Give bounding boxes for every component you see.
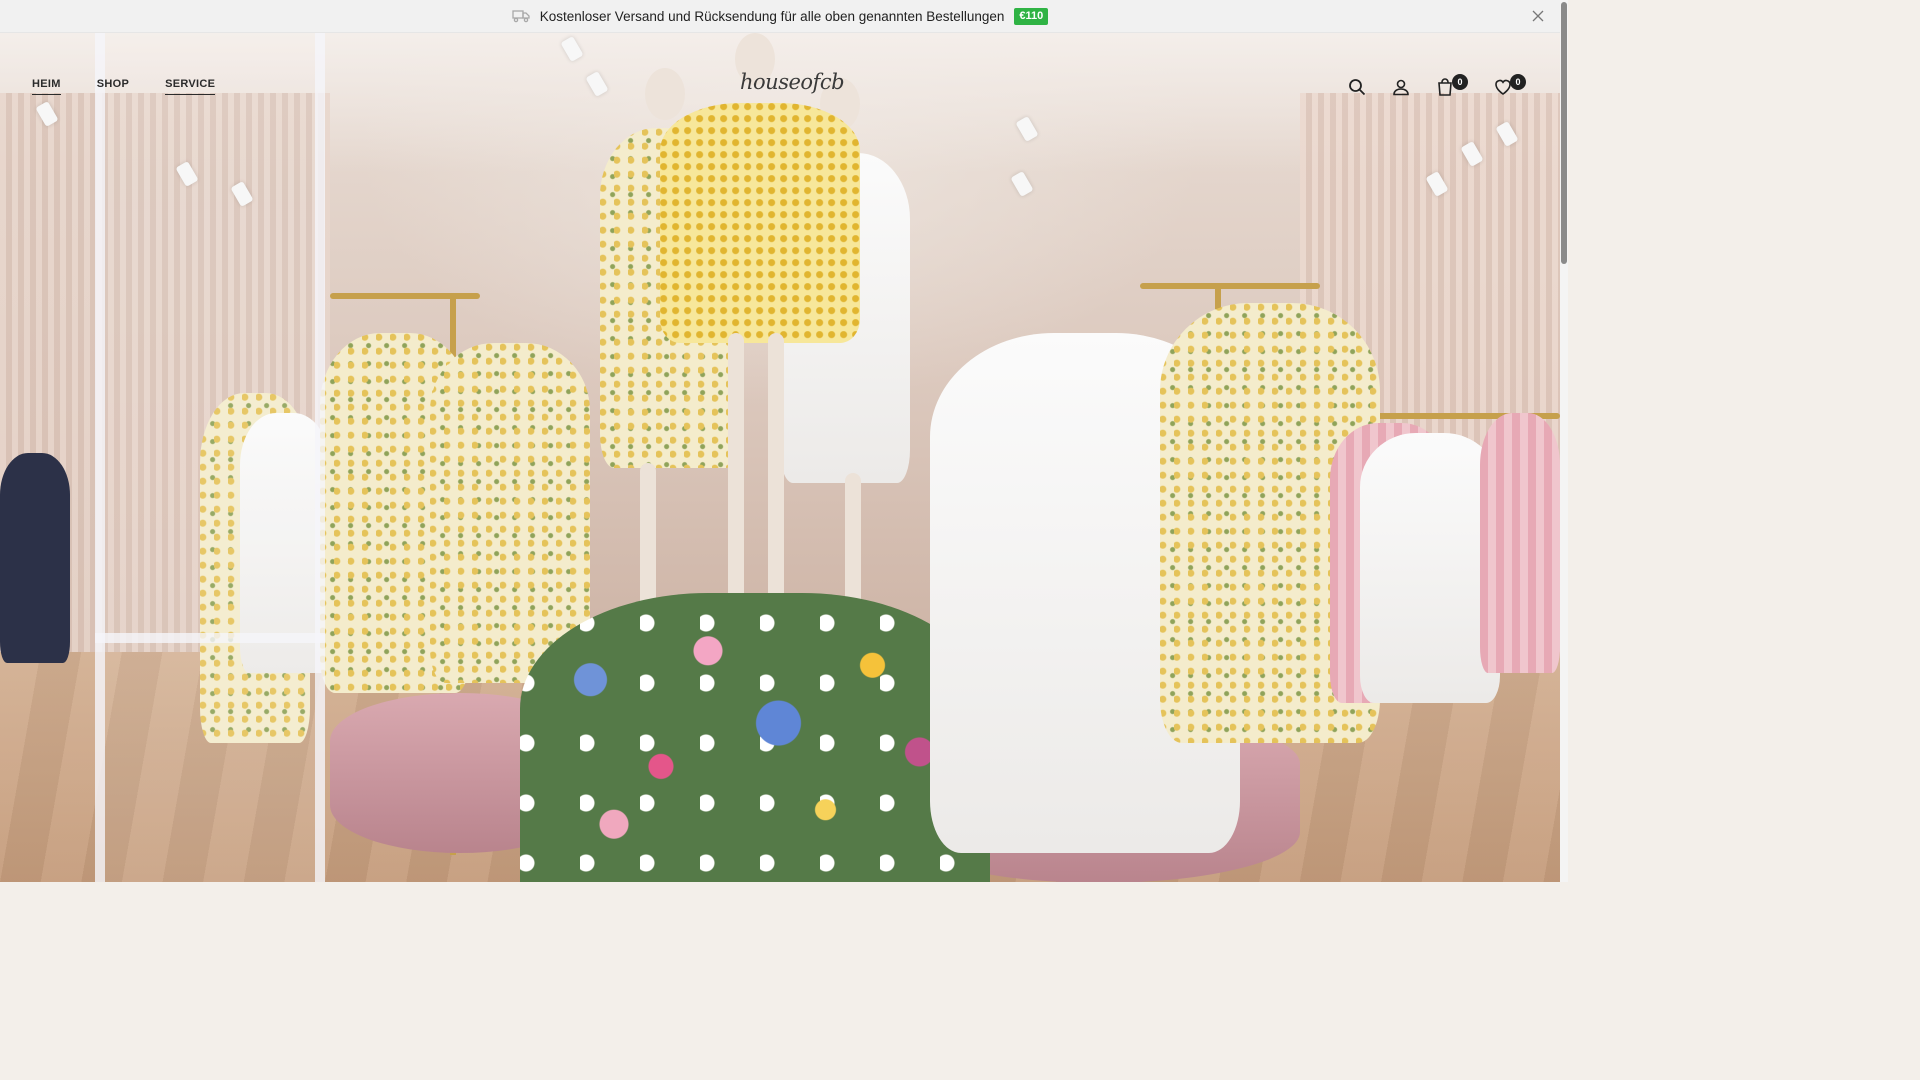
nav-item-shop[interactable]: SHOP <box>97 78 129 95</box>
nav-item-home[interactable]: HEIM <box>32 78 61 95</box>
page-scrollbar[interactable] <box>1560 0 1568 882</box>
scrollbar-thumb[interactable] <box>1561 2 1567 264</box>
hero-banner-image[interactable] <box>0 33 1560 882</box>
wishlist-button[interactable]: 0 <box>1492 74 1526 98</box>
wishlist-count: 0 <box>1510 74 1526 90</box>
header-icons: 0 0 <box>1346 74 1528 98</box>
search-icon[interactable] <box>1346 76 1368 98</box>
site-logo[interactable]: houseofcb <box>740 70 845 94</box>
cart-button[interactable]: 0 <box>1434 74 1468 98</box>
nav-item-service[interactable]: SERVICE <box>165 78 216 95</box>
truck-icon <box>512 9 530 23</box>
main-nav: HEIM SHOP SERVICE <box>32 78 216 95</box>
announcement-bar: Kostenloser Versand und Rücksendung für … <box>0 0 1560 33</box>
close-icon[interactable] <box>1530 8 1546 24</box>
threshold-badge: €110 <box>1014 7 1049 25</box>
announcement-text: Kostenloser Versand und Rücksendung für … <box>539 8 1005 24</box>
user-icon[interactable] <box>1390 76 1412 98</box>
cart-count: 0 <box>1452 74 1468 90</box>
